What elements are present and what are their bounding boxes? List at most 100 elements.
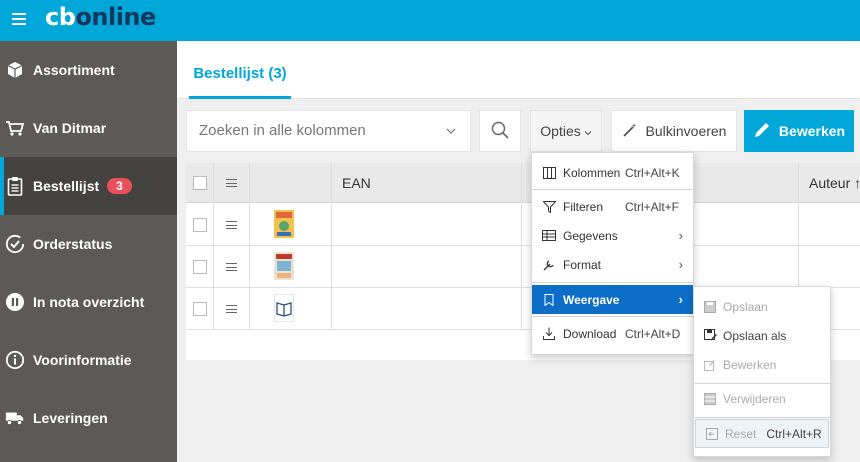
menu-item-gegevens[interactable]: Gegevens › <box>532 221 693 250</box>
menu-item-label: Download <box>563 326 617 341</box>
menu-item-label: Filteren <box>563 199 604 214</box>
sidebar-item-leveringen[interactable]: Leveringen <box>0 389 177 447</box>
book-cover-image[interactable] <box>274 252 294 280</box>
bulkinvoeren-label: Bulkinvoeren <box>645 123 727 139</box>
chevron-right-icon: › <box>678 228 683 243</box>
ean-cell <box>332 204 522 246</box>
row-select <box>186 246 214 288</box>
magic-wand-icon <box>622 122 638 141</box>
menu-item-label: Weergave <box>563 292 620 307</box>
tab-bar: Bestellijst (3) <box>177 41 860 99</box>
header-auteur[interactable]: Auteur ↑ <box>799 163 860 203</box>
menu-item-filteren[interactable]: Filteren Ctrl+Alt+F <box>532 192 693 221</box>
search-button[interactable] <box>479 110 521 152</box>
menu-item-format[interactable]: Format › <box>532 250 693 279</box>
sidebar-item-label: Bestellijst <box>33 178 100 194</box>
chevron-right-icon: › <box>678 292 683 307</box>
book-cover-image[interactable] <box>274 210 294 238</box>
menu-item-shortcut: Ctrl+Alt+D <box>625 326 681 341</box>
header-drag-column <box>214 163 250 203</box>
row-cover <box>250 288 332 330</box>
menu-item-label: Bewerken <box>723 357 777 372</box>
row-cover <box>250 204 332 246</box>
sidebar-item-bestellijst[interactable]: Bestellijst 3 <box>0 157 177 215</box>
row-checkbox[interactable] <box>192 218 207 232</box>
sidebar-item-in-nota-overzicht[interactable]: In nota overzicht <box>0 273 177 331</box>
filter-icon <box>542 200 556 214</box>
drag-handle-icon[interactable] <box>226 221 237 229</box>
select-all-checkbox[interactable] <box>192 176 207 190</box>
menu-item-label: Opslaan als <box>723 328 787 343</box>
header-ean[interactable]: EAN <box>332 163 522 203</box>
drag-handle-icon[interactable] <box>226 305 237 313</box>
sidebar-item-voorinformatie[interactable]: Voorinformatie <box>0 331 177 389</box>
submenu-item-reset[interactable]: Reset Ctrl+Alt+R <box>695 419 829 448</box>
header-cover <box>250 163 332 203</box>
menu-divider <box>532 282 693 283</box>
save-icon <box>703 300 717 314</box>
submenu-item-opslaan-als[interactable]: Opslaan als <box>694 321 830 350</box>
menu-divider <box>532 189 693 190</box>
row-cover <box>250 246 332 288</box>
search-input[interactable]: Zoeken in alle kolommen <box>186 110 471 152</box>
pause-circle-icon <box>5 292 25 312</box>
top-bar: cbonline <box>0 0 860 41</box>
ean-cell <box>332 288 522 330</box>
bewerken-button[interactable]: Bewerken <box>744 110 854 152</box>
delete-icon <box>703 392 717 406</box>
row-drag <box>214 288 250 330</box>
drag-handle-icon <box>226 179 237 187</box>
hamburger-menu-icon[interactable] <box>12 12 26 26</box>
opties-button[interactable]: Opties <box>530 110 602 152</box>
submenu-item-bewerken[interactable]: Bewerken <box>694 350 830 379</box>
row-checkbox[interactable] <box>192 302 207 316</box>
grid-header: EAN Auteur ↑ <box>186 163 860 203</box>
table-icon <box>542 229 556 243</box>
row-drag <box>214 204 250 246</box>
row-select <box>186 204 214 246</box>
info-circle-icon <box>5 350 25 370</box>
tab-bestellijst[interactable]: Bestellijst (3) <box>189 41 291 99</box>
count-badge: 3 <box>107 178 132 194</box>
menu-item-label: Format <box>563 257 602 272</box>
chevron-down-icon <box>584 123 592 139</box>
menu-item-label: Verwijderen <box>723 391 786 406</box>
table-row[interactable] <box>186 246 860 288</box>
bookmark-icon <box>542 293 556 307</box>
bulkinvoeren-button[interactable]: Bulkinvoeren <box>611 110 737 152</box>
chevron-right-icon: › <box>678 257 683 272</box>
weergave-submenu: Opslaan Opslaan als Bewerken Verwijderen… <box>693 286 831 457</box>
menu-item-download[interactable]: Download Ctrl+Alt+D <box>532 319 693 348</box>
save-as-icon <box>703 329 717 343</box>
pencil-icon <box>753 121 771 142</box>
menu-item-weergave[interactable]: Weergave › <box>532 285 693 314</box>
submenu-item-verwijderen[interactable]: Verwijderen <box>694 384 830 413</box>
bewerken-label: Bewerken <box>778 123 846 139</box>
search-placeholder: Zoeken in alle kolommen <box>199 122 366 139</box>
reset-icon <box>705 427 719 441</box>
truck-icon <box>5 408 25 428</box>
column-label: Auteur ↑ <box>809 175 860 191</box>
logo[interactable]: cbonline <box>45 3 156 31</box>
sidebar-item-van-ditmar[interactable]: Van Ditmar <box>0 99 177 157</box>
sidebar-item-label: Leveringen <box>33 410 108 426</box>
row-select <box>186 288 214 330</box>
sidebar-item-assortiment[interactable]: Assortiment <box>0 41 177 99</box>
sidebar-item-label: Orderstatus <box>33 236 113 252</box>
chevron-down-icon[interactable] <box>446 124 456 138</box>
menu-item-label: Kolommen <box>563 165 621 180</box>
row-checkbox[interactable] <box>192 260 207 274</box>
sidebar-item-orderstatus[interactable]: Orderstatus <box>0 215 177 273</box>
sidebar-item-label: In nota overzicht <box>33 294 145 310</box>
table-row[interactable] <box>186 204 860 246</box>
sidebar: Assortiment Van Ditmar Bestellijst 3 Ord… <box>0 41 177 462</box>
book-placeholder-icon[interactable] <box>274 294 294 322</box>
cart-icon <box>5 118 25 138</box>
download-icon <box>542 327 556 341</box>
columns-icon <box>542 166 556 180</box>
submenu-item-opslaan[interactable]: Opslaan <box>694 292 830 321</box>
drag-handle-icon[interactable] <box>226 263 237 271</box>
menu-divider <box>532 316 693 317</box>
menu-item-kolommen[interactable]: Kolommen Ctrl+Alt+K <box>532 158 693 187</box>
ean-cell <box>332 246 522 288</box>
